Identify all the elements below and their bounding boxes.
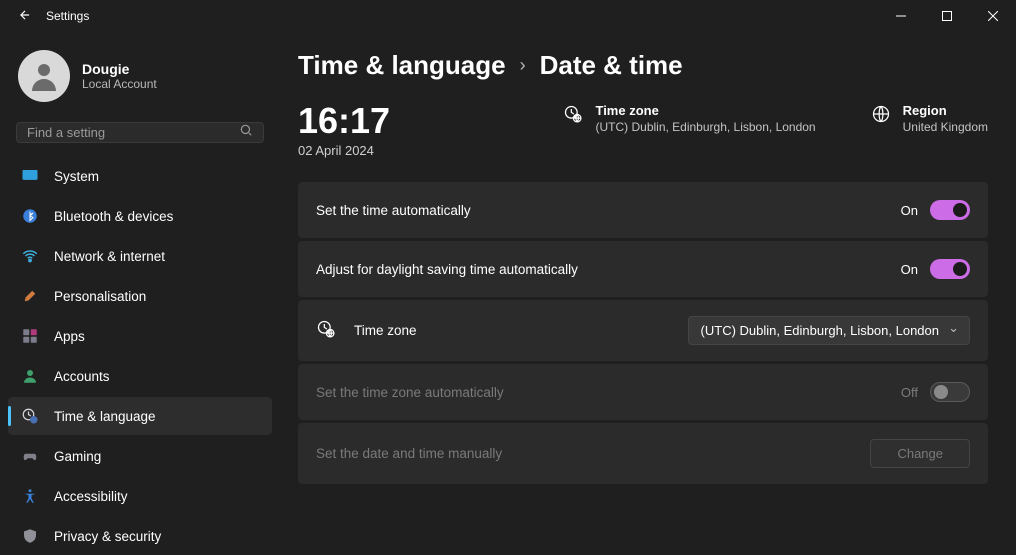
- settings-list: Set the time automatically On Adjust for…: [298, 182, 988, 484]
- nav-label: Gaming: [54, 449, 101, 464]
- toggle-state: On: [901, 203, 918, 218]
- info-value: United Kingdom: [903, 120, 988, 134]
- nav-label: Bluetooth & devices: [54, 209, 173, 224]
- sidebar-item-network[interactable]: Network & internet: [8, 237, 272, 275]
- sidebar-item-bluetooth[interactable]: Bluetooth & devices: [8, 197, 272, 235]
- system-icon: [20, 166, 40, 186]
- minimize-button[interactable]: [878, 0, 924, 32]
- dst-toggle[interactable]: [930, 259, 970, 279]
- nav-label: Privacy & security: [54, 529, 161, 544]
- nav-list: System Bluetooth & devices Network & int…: [8, 157, 272, 555]
- sidebar-item-gaming[interactable]: Gaming: [8, 437, 272, 475]
- timezone-info[interactable]: Time zone (UTC) Dublin, Edinburgh, Lisbo…: [563, 103, 815, 134]
- nav-label: Accounts: [54, 369, 110, 384]
- sidebar-item-privacy[interactable]: Privacy & security: [8, 517, 272, 555]
- timezone-dropdown[interactable]: (UTC) Dublin, Edinburgh, Lisbon, London: [688, 316, 970, 345]
- apps-icon: [20, 326, 40, 346]
- chevron-right-icon: ›: [520, 55, 526, 76]
- nav-label: Time & language: [54, 409, 156, 424]
- nav-label: Network & internet: [54, 249, 165, 264]
- setting-label: Set the time zone automatically: [316, 385, 504, 400]
- brush-icon: [20, 286, 40, 306]
- setting-manual: Set the date and time manually Change: [298, 423, 988, 484]
- accessibility-icon: [20, 486, 40, 506]
- profile-sub: Local Account: [82, 77, 157, 91]
- current-date: 02 April 2024: [298, 143, 390, 158]
- bluetooth-icon: [20, 206, 40, 226]
- sidebar: Dougie Local Account System Bluetooth & …: [0, 32, 280, 550]
- search-box[interactable]: [16, 122, 264, 143]
- clock-block: 16:17 02 April 2024: [298, 103, 390, 158]
- close-button[interactable]: [970, 0, 1016, 32]
- sidebar-item-time-language[interactable]: Time & language: [8, 397, 272, 435]
- setting-auto-time: Set the time automatically On: [298, 182, 988, 238]
- window-title: Settings: [46, 9, 89, 23]
- setting-label: Set the time automatically: [316, 203, 471, 218]
- search-input[interactable]: [27, 125, 239, 140]
- page-title: Date & time: [540, 50, 683, 81]
- info-row: 16:17 02 April 2024 Time zone (UTC) Dubl…: [298, 103, 988, 158]
- shield-icon: [20, 526, 40, 546]
- tz-label: Time zone: [354, 323, 417, 338]
- toggle-state: Off: [901, 385, 918, 400]
- setting-dst: Adjust for daylight saving time automati…: [298, 241, 988, 297]
- clock-globe-icon: [563, 104, 583, 129]
- change-button[interactable]: Change: [870, 439, 970, 468]
- setting-auto-timezone: Set the time zone automatically Off: [298, 364, 988, 420]
- nav-label: Personalisation: [54, 289, 146, 304]
- info-title: Region: [903, 103, 988, 118]
- globe-icon: [871, 104, 891, 129]
- breadcrumb-parent[interactable]: Time & language: [298, 50, 506, 81]
- info-title: Time zone: [595, 103, 815, 118]
- info-value: (UTC) Dublin, Edinburgh, Lisbon, London: [595, 120, 815, 134]
- breadcrumb: Time & language › Date & time: [298, 50, 988, 81]
- region-info[interactable]: Region United Kingdom: [871, 103, 988, 134]
- clock-globe-icon: [20, 406, 40, 426]
- maximize-button[interactable]: [924, 0, 970, 32]
- sidebar-item-personalisation[interactable]: Personalisation: [8, 277, 272, 315]
- setting-label: Time zone: [316, 319, 417, 342]
- wifi-icon: [20, 246, 40, 266]
- toggle-state: On: [901, 262, 918, 277]
- nav-label: Accessibility: [54, 489, 128, 504]
- setting-label: Set the date and time manually: [316, 446, 502, 461]
- titlebar: Settings: [0, 0, 1016, 32]
- gamepad-icon: [20, 446, 40, 466]
- profile-block[interactable]: Dougie Local Account: [8, 42, 272, 116]
- nav-label: System: [54, 169, 99, 184]
- sidebar-item-apps[interactable]: Apps: [8, 317, 272, 355]
- search-icon: [239, 123, 253, 142]
- nav-label: Apps: [54, 329, 85, 344]
- back-button[interactable]: [18, 8, 32, 25]
- profile-name: Dougie: [82, 61, 157, 77]
- avatar: [18, 50, 70, 102]
- auto-timezone-toggle[interactable]: [930, 382, 970, 402]
- sidebar-item-system[interactable]: System: [8, 157, 272, 195]
- sidebar-item-accounts[interactable]: Accounts: [8, 357, 272, 395]
- sidebar-item-accessibility[interactable]: Accessibility: [8, 477, 272, 515]
- current-time: 16:17: [298, 103, 390, 139]
- setting-label: Adjust for daylight saving time automati…: [316, 262, 578, 277]
- setting-timezone: Time zone (UTC) Dublin, Edinburgh, Lisbo…: [298, 300, 988, 361]
- content-panel: Time & language › Date & time 16:17 02 A…: [280, 32, 1016, 550]
- clock-globe-icon: [316, 319, 336, 342]
- person-icon: [20, 366, 40, 386]
- auto-time-toggle[interactable]: [930, 200, 970, 220]
